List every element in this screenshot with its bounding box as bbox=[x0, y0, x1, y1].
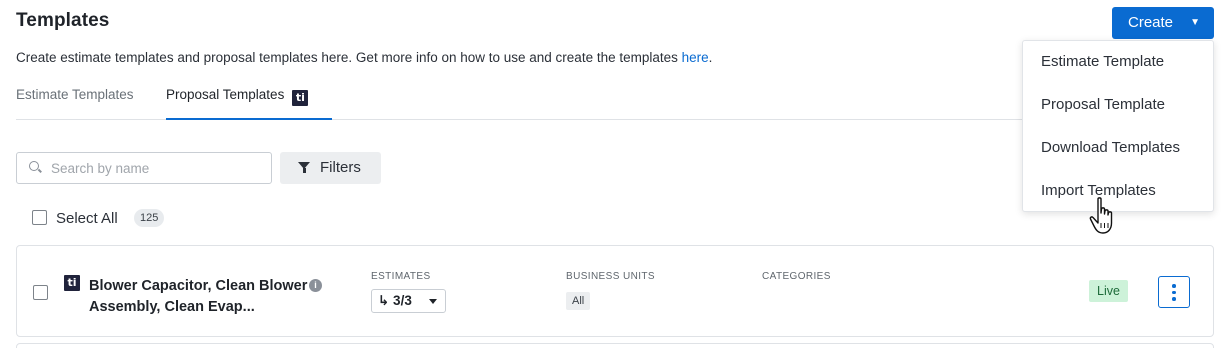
help-link[interactable]: here bbox=[682, 50, 709, 65]
hand-pointer-icon bbox=[1089, 197, 1113, 234]
search-input[interactable] bbox=[51, 159, 261, 177]
ti-badge-icon: ti bbox=[64, 275, 80, 291]
tab-estimate-templates[interactable]: Estimate Templates bbox=[16, 86, 134, 120]
kebab-menu-icon[interactable] bbox=[1158, 276, 1190, 308]
template-card[interactable]: ti Blower Capacitor, Clean Blower Assemb… bbox=[16, 245, 1214, 337]
template-card-next bbox=[16, 343, 1214, 348]
filters-label: Filters bbox=[320, 159, 361, 176]
business-unit-tag: All bbox=[566, 292, 591, 310]
page-description: Create estimate templates and proposal t… bbox=[16, 50, 712, 65]
row-checkbox[interactable] bbox=[33, 285, 48, 300]
page-title: Templates bbox=[16, 10, 110, 31]
create-button-label: Create bbox=[1128, 14, 1174, 31]
filters-button[interactable]: Filters bbox=[280, 152, 381, 184]
tab-label: Proposal Templates bbox=[166, 87, 285, 102]
menu-item-proposal-template[interactable]: Proposal Template bbox=[1041, 96, 1165, 113]
tab-label: Estimate Templates bbox=[16, 87, 134, 102]
create-dropdown-menu: Estimate Template Proposal Template Down… bbox=[1022, 40, 1214, 212]
menu-item-estimate-template[interactable]: Estimate Template bbox=[1041, 53, 1164, 70]
caret-down-icon bbox=[429, 299, 437, 304]
search-icon bbox=[29, 161, 39, 171]
chevron-down-icon: ▼ bbox=[1190, 17, 1200, 28]
description-end: . bbox=[708, 50, 713, 65]
create-button[interactable]: Create ▼ bbox=[1112, 7, 1214, 39]
estimates-label: ESTIMATES bbox=[371, 271, 431, 282]
estimates-value: ↳ 3/3 bbox=[378, 293, 412, 308]
status-badge: Live bbox=[1089, 280, 1128, 302]
menu-item-download-templates[interactable]: Download Templates bbox=[1041, 139, 1180, 156]
ti-badge-icon: ti bbox=[292, 90, 309, 106]
search-box bbox=[16, 152, 272, 184]
filter-icon bbox=[298, 162, 310, 173]
business-units-label: BUSINESS UNITS bbox=[566, 271, 655, 282]
select-all-label: Select All bbox=[56, 210, 118, 227]
info-icon[interactable]: i bbox=[309, 279, 322, 292]
description-text: Create estimate templates and proposal t… bbox=[16, 50, 682, 65]
template-name[interactable]: Blower Capacitor, Clean Blower Assembly,… bbox=[89, 276, 309, 318]
select-all-checkbox[interactable] bbox=[32, 210, 47, 225]
estimates-select[interactable]: ↳ 3/3 bbox=[371, 289, 446, 313]
tab-proposal-templates[interactable]: Proposal Templates ti bbox=[166, 86, 333, 120]
categories-label: CATEGORIES bbox=[762, 271, 831, 282]
total-count-badge: 125 bbox=[134, 209, 165, 227]
